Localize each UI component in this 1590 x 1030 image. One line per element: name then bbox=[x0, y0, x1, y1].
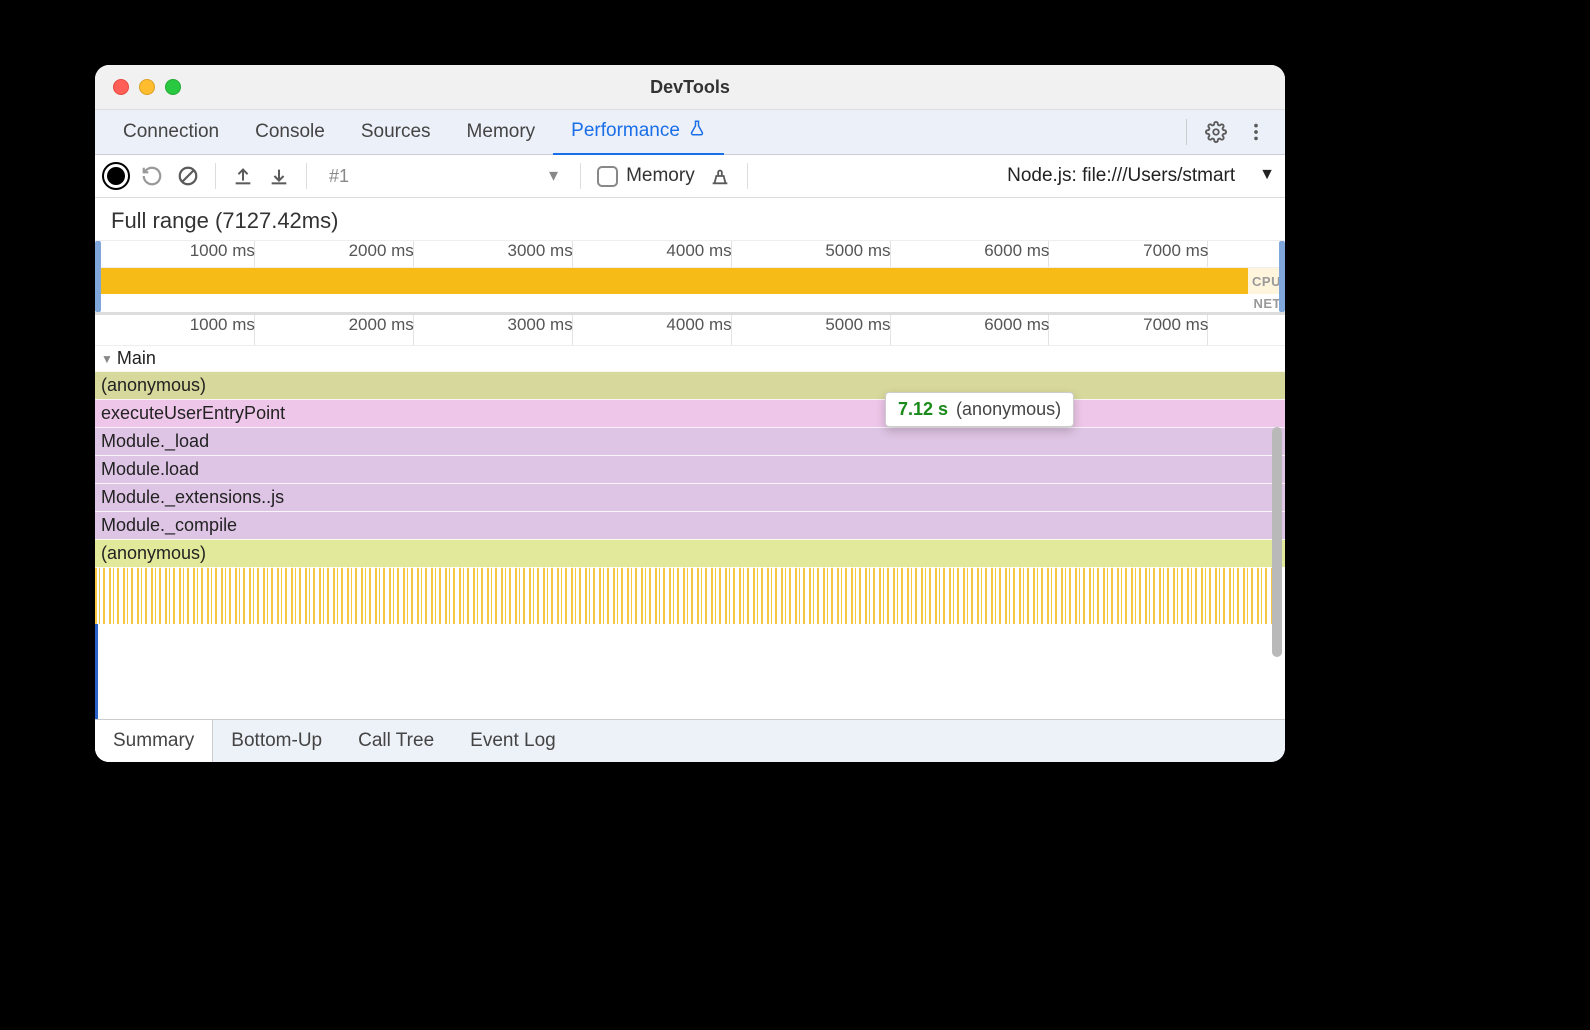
disclosure-triangle-icon: ▼ bbox=[101, 352, 113, 366]
overview-left-handle[interactable] bbox=[95, 241, 101, 312]
minimize-window-button[interactable] bbox=[139, 79, 155, 95]
tab-memory[interactable]: Memory bbox=[449, 110, 554, 154]
flame-frame-label: Module._load bbox=[95, 431, 209, 452]
record-button[interactable] bbox=[105, 165, 127, 187]
ruler-tick-label: 2000 ms bbox=[322, 315, 414, 335]
chevron-down-icon: ▼ bbox=[1259, 166, 1275, 184]
track-header-main[interactable]: ▼ Main bbox=[95, 346, 1285, 371]
tab-console[interactable]: Console bbox=[237, 110, 343, 154]
window-controls bbox=[95, 79, 181, 95]
flame-frame[interactable]: (anonymous) bbox=[95, 371, 1285, 399]
settings-button[interactable] bbox=[1205, 121, 1227, 143]
reload-record-button[interactable] bbox=[141, 165, 163, 187]
ruler-tick-label: 4000 ms bbox=[640, 241, 732, 261]
separator bbox=[747, 163, 748, 189]
chevron-down-icon: ▾ bbox=[549, 165, 558, 186]
scrollbar-thumb[interactable] bbox=[1272, 427, 1282, 657]
flame-frame[interactable]: Module.load bbox=[95, 455, 1285, 483]
separator bbox=[306, 163, 307, 189]
flame-ruler[interactable]: 1000 ms 2000 ms 3000 ms 4000 ms 5000 ms 6000 … bbox=[95, 315, 1285, 346]
save-profile-button[interactable] bbox=[268, 165, 290, 187]
separator bbox=[1186, 119, 1187, 145]
panel-tabs: Connection Console Sources Memory Perfor… bbox=[95, 110, 1285, 155]
flame-frame[interactable]: Module._extensions..js bbox=[95, 483, 1285, 511]
experiment-icon bbox=[688, 119, 706, 143]
zoom-window-button[interactable] bbox=[165, 79, 181, 95]
ruler-tick-label: 1000 ms bbox=[163, 241, 255, 261]
separator bbox=[580, 163, 581, 189]
tab-label: Connection bbox=[123, 121, 219, 143]
ruler-tick: 7000 ms bbox=[1207, 241, 1285, 267]
tab-label: Bottom-Up bbox=[231, 730, 322, 752]
tab-label: Summary bbox=[113, 730, 194, 752]
details-tabs: Summary Bottom-Up Call Tree Event Log bbox=[95, 719, 1285, 762]
ruler-tick-label: 4000 ms bbox=[640, 315, 732, 335]
ruler-tick-label: 6000 ms bbox=[957, 241, 1049, 261]
flame-frame[interactable]: (anonymous) bbox=[95, 539, 1285, 567]
tab-sources[interactable]: Sources bbox=[343, 110, 449, 154]
tab-call-tree[interactable]: Call Tree bbox=[340, 720, 452, 762]
kebab-menu-button[interactable] bbox=[1245, 121, 1267, 143]
separator bbox=[215, 163, 216, 189]
track-label: Main bbox=[117, 348, 156, 369]
ruler-tick-label: 7000 ms bbox=[1116, 241, 1208, 261]
memory-checkbox-label: Memory bbox=[626, 165, 695, 187]
ruler-tick-label: 1000 ms bbox=[163, 315, 255, 335]
flame-frame-label: Module._compile bbox=[95, 515, 237, 536]
tab-label: Console bbox=[255, 121, 325, 143]
tab-label: Call Tree bbox=[358, 730, 434, 752]
flame-frame-label: Module.load bbox=[95, 459, 199, 480]
flame-frame-label: executeUserEntryPoint bbox=[95, 403, 285, 424]
tab-performance[interactable]: Performance bbox=[553, 109, 724, 156]
overview-cpu-track[interactable]: CPU bbox=[95, 268, 1285, 294]
tab-label: Performance bbox=[571, 120, 680, 142]
load-profile-button[interactable] bbox=[232, 165, 254, 187]
target-selector[interactable]: Node.js: file:///Users/stmart ▼ bbox=[1007, 165, 1275, 187]
ruler-tick: 7000 ms bbox=[1207, 315, 1285, 345]
overview-net-track[interactable]: NET bbox=[95, 294, 1285, 312]
ruler-tick-label: 5000 ms bbox=[799, 315, 891, 335]
flame-dense-frames[interactable] bbox=[95, 567, 1285, 624]
memory-checkbox[interactable]: Memory bbox=[597, 165, 695, 187]
ruler-tick-label: 2000 ms bbox=[322, 241, 414, 261]
close-window-button[interactable] bbox=[113, 79, 129, 95]
tooltip-duration: 7.12 s bbox=[898, 399, 948, 420]
vertical-scrollbar[interactable] bbox=[1271, 427, 1283, 667]
checkbox-icon bbox=[597, 166, 618, 187]
overview-panel[interactable]: 1000 ms 2000 ms 3000 ms 4000 ms 5000 ms 6000 … bbox=[95, 241, 1285, 315]
ruler-tick-label: 5000 ms bbox=[799, 241, 891, 261]
tab-bottom-up[interactable]: Bottom-Up bbox=[213, 720, 340, 762]
tab-connection[interactable]: Connection bbox=[105, 110, 237, 154]
performance-toolbar: #1 ▾ Memory Node.js: file:///Users/stmar… bbox=[95, 155, 1285, 198]
flame-frame[interactable]: executeUserEntryPoint bbox=[95, 399, 1285, 427]
overview-right-handle[interactable] bbox=[1279, 241, 1285, 312]
range-label: Full range (7127.42ms) bbox=[95, 198, 1285, 241]
flame-frame[interactable]: Module._load bbox=[95, 427, 1285, 455]
clear-button[interactable] bbox=[177, 165, 199, 187]
recording-selector-value: #1 bbox=[329, 166, 349, 187]
tab-summary[interactable]: Summary bbox=[95, 720, 213, 762]
target-selector-value: Node.js: file:///Users/stmart bbox=[1007, 165, 1235, 187]
flame-chart[interactable]: 1000 ms 2000 ms 3000 ms 4000 ms 5000 ms 6000 … bbox=[95, 315, 1285, 719]
tab-label: Event Log bbox=[470, 730, 556, 752]
ruler-tick-label: 3000 ms bbox=[481, 315, 573, 335]
tab-label: Sources bbox=[361, 121, 431, 143]
ruler-tick-label: 7000 ms bbox=[1116, 315, 1208, 335]
tab-event-log[interactable]: Event Log bbox=[452, 720, 574, 762]
overview-ruler[interactable]: 1000 ms 2000 ms 3000 ms 4000 ms 5000 ms 6000 … bbox=[95, 241, 1285, 268]
window-title: DevTools bbox=[95, 77, 1285, 98]
flame-frame-label: (anonymous) bbox=[95, 543, 206, 564]
ruler-tick-label: 6000 ms bbox=[957, 315, 1049, 335]
recording-selector[interactable]: #1 ▾ bbox=[323, 164, 564, 189]
devtools-window: DevTools Connection Console Sources Memo… bbox=[95, 65, 1285, 762]
tooltip-frame-name: (anonymous) bbox=[956, 399, 1061, 420]
ruler-tick-label: 3000 ms bbox=[481, 241, 573, 261]
flame-frame[interactable]: Module._compile bbox=[95, 511, 1285, 539]
collect-garbage-button[interactable] bbox=[709, 165, 731, 187]
tab-label: Memory bbox=[467, 121, 536, 143]
flame-frame-label: Module._extensions..js bbox=[95, 487, 284, 508]
flame-frame-label: (anonymous) bbox=[95, 375, 206, 396]
window-titlebar: DevTools bbox=[95, 65, 1285, 110]
flame-tooltip: 7.12 s (anonymous) bbox=[885, 392, 1074, 427]
